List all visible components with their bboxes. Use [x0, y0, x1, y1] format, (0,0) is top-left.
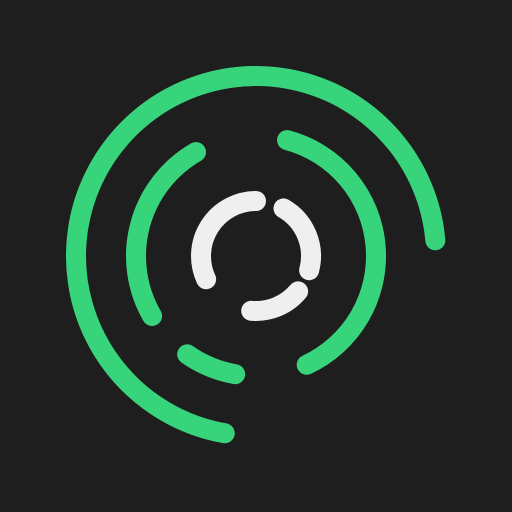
- app-icon-canvas: [0, 0, 512, 512]
- rings-group: [66, 66, 446, 444]
- inner-ring-arc-right: [273, 198, 321, 281]
- middle-ring-arc-top-left: [126, 142, 206, 326]
- middle-ring-arc-bottom: [177, 344, 246, 385]
- outer-ring-arc-left: [68, 277, 139, 394]
- inner-ring-arc-bottom: [241, 281, 309, 321]
- concentric-dashed-rings-icon: [66, 66, 446, 444]
- inner-ring-arc-upper: [191, 191, 266, 290]
- middle-ring-arc-right: [277, 130, 386, 375]
